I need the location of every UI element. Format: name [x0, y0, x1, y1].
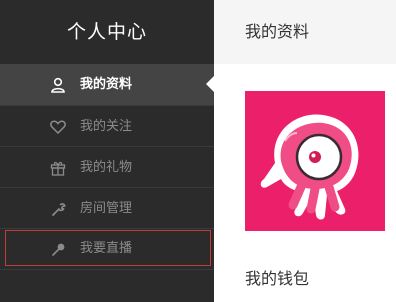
sidebar: 个人中心 我的资料 我的关注 我的礼物 房间管理 我要直播 — [0, 0, 214, 302]
avatar[interactable] — [245, 91, 385, 231]
gift-icon — [49, 159, 67, 177]
sidebar-item-label: 我的礼物 — [80, 160, 133, 175]
sidebar-item-label: 房间管理 — [80, 201, 133, 216]
sidebar-item-my-profile[interactable]: 我的资料 — [0, 64, 214, 105]
wallet-section-title: 我的钱包 — [245, 269, 310, 288]
sidebar-item-room-management[interactable]: 房间管理 — [0, 188, 214, 229]
octopus-avatar-image — [260, 114, 359, 220]
sidebar-item-my-follows[interactable]: 我的关注 — [0, 106, 214, 147]
user-icon — [49, 76, 67, 94]
main-content: 我的资料 我的钱包 — [214, 0, 396, 302]
menu-divider — [0, 269, 214, 270]
sidebar-title: 个人中心 — [66, 21, 147, 43]
heart-icon — [49, 118, 67, 136]
wrench-icon — [49, 200, 67, 218]
sidebar-item-label: 我的关注 — [80, 119, 133, 134]
selection-highlight — [5, 230, 211, 266]
sidebar-item-my-gifts[interactable]: 我的礼物 — [0, 147, 214, 188]
page-title: 我的资料 — [214, 0, 396, 64]
sidebar-item-label: 我的资料 — [80, 77, 133, 92]
